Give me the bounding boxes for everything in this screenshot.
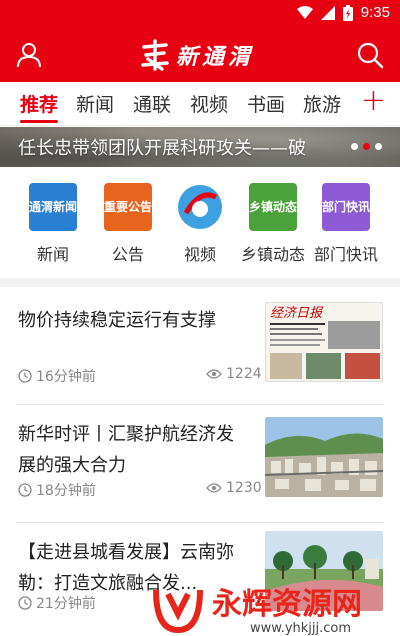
news-title: 新华时评丨汇聚护航经济发展的强大合力 [18,424,234,476]
active-tab-indicator [20,120,58,123]
category-news[interactable]: 通渭新闻 新闻 [13,183,93,265]
news-title: 物价持续稳定运行有支撑 [18,310,216,331]
category-label: 视频 [183,245,216,264]
clock-icon [18,369,32,383]
status-time: 9:35 [360,4,390,21]
banner-pagination [351,143,382,150]
headline-banner[interactable]: 任长忠带领团队开展科研攻关——破 [0,127,400,167]
eye-icon [206,483,222,493]
tab-tonglian[interactable]: 通联 [133,90,171,117]
tab-news[interactable]: 新闻 [76,90,114,117]
tab-video[interactable]: 视频 [190,90,228,117]
clock-icon [18,483,32,497]
add-channel-button[interactable]: + [361,84,386,118]
battery-icon [342,4,353,21]
tab-recommend[interactable]: 推荐 [20,90,58,117]
news-time: 21分钟前 [18,593,96,613]
signal-icon [320,5,335,20]
eye-icon [206,369,222,379]
category-announcement[interactable]: 重要公告 公告 [88,183,168,265]
news-views: 1224 [206,366,262,382]
section-divider [0,278,400,287]
news-thumbnail-town [265,417,383,497]
news-time: 16分钟前 [18,366,96,386]
app-logo: 新通渭 [140,38,254,72]
clock-icon [18,596,32,610]
app-header: 新通渭 [0,28,400,82]
pagination-dot [351,143,358,150]
news-item[interactable]: 物价持续稳定运行有支撑 16分钟前 1224 经济日报 [0,287,400,405]
news-views: 1230 [206,480,262,496]
category-label: 公告 [111,245,144,264]
category-township[interactable]: 乡镇动态 乡镇动态 [233,183,313,265]
watermark-url: www.yhkjjj.com [250,621,351,636]
category-shortcuts: 通渭新闻 新闻 重要公告 公告 视频 乡镇动态 乡镇动态 部门快讯 部门快讯 [0,167,400,277]
wifi-icon [296,5,313,19]
announcement-icon: 重要公告 [104,183,152,231]
banner-title: 任长忠带领团队开展科研攻关——破 [18,138,306,159]
news-time: 18分钟前 [18,480,96,500]
category-label: 乡镇动态 [240,245,305,264]
channel-tabs: 推荐 新闻 通联 视频 书画 旅游 + [0,82,400,126]
watermark-text: 永辉资源网 [212,587,362,622]
user-icon[interactable] [16,42,42,68]
search-icon[interactable] [356,41,384,69]
category-video[interactable]: 视频 [160,183,240,265]
newspaper-masthead: 经济日报 [270,306,324,321]
pagination-dot-active [363,143,370,150]
township-icon: 乡镇动态 [249,183,297,231]
video-icon [176,183,224,231]
category-label: 部门快讯 [313,245,378,264]
department-icon: 部门快讯 [322,183,370,231]
status-bar: 9:35 [0,0,400,28]
tab-travel[interactable]: 旅游 [303,90,341,117]
pagination-dot [375,143,382,150]
category-label: 新闻 [36,245,69,264]
logo-mark-icon [141,39,169,71]
tab-calligraphy[interactable]: 书画 [247,90,285,117]
logo-text: 新通渭 [176,44,255,70]
news-thumbnail-newspaper: 经济日报 [265,302,383,382]
news-item[interactable]: 新华时评丨汇聚护航经济发展的强大合力 18分钟前 1230 [0,405,400,523]
watermark: 永辉资源网 www.yhkjjj.com [150,580,400,636]
news-icon: 通渭新闻 [29,183,77,231]
category-department[interactable]: 部门快讯 部门快讯 [306,183,386,265]
